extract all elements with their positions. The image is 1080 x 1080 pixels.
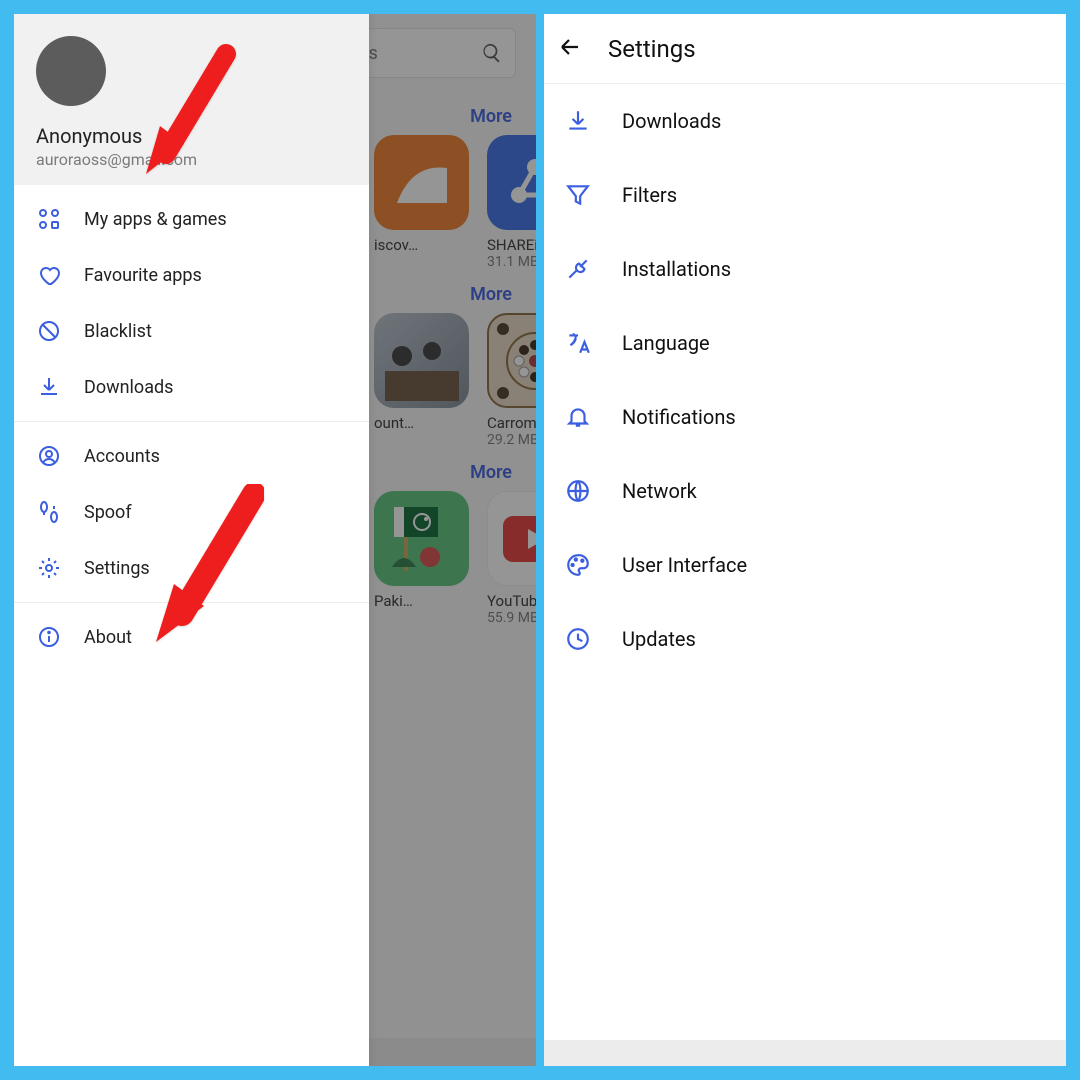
settings-downloads[interactable]: Downloads [544, 84, 1066, 158]
menu-label: Blacklist [84, 321, 152, 342]
settings-label: Filters [622, 183, 677, 207]
carrom-icon [495, 321, 537, 401]
settings-label: Notifications [622, 405, 736, 429]
settings-label: User Interface [622, 553, 747, 577]
menu-label: Accounts [84, 446, 160, 467]
apps-icon [37, 207, 61, 231]
svg-text:lo: lo [407, 185, 422, 206]
app-card[interactable]: ount… [374, 313, 469, 448]
blocked-icon [37, 319, 61, 343]
menu-label: My apps & games [84, 209, 227, 230]
app-card[interactable]: SHAREit - Tr… 31.1 MB✓ [487, 135, 536, 270]
app-title: ount… [374, 414, 469, 432]
app-card[interactable]: YouTube Kid… 55.9 MB [487, 491, 536, 626]
settings-label: Language [622, 331, 710, 355]
settings-updates[interactable]: Updates [544, 602, 1066, 676]
settings-ui[interactable]: User Interface [544, 528, 1066, 602]
arrow-left-icon [558, 35, 582, 59]
settings-label: Network [622, 479, 697, 503]
flag-art [382, 499, 462, 579]
app-sub: 31.1 MB✓ [487, 254, 536, 270]
settings-title: Settings [608, 35, 696, 63]
app-card[interactable]: Carrom Poo… 29.2 MB [487, 313, 536, 448]
menu-label: Settings [84, 558, 150, 579]
settings-installations[interactable]: Installations [544, 232, 1066, 306]
settings-header: Settings [544, 14, 1066, 84]
more-link-3[interactable]: More [374, 448, 516, 491]
settings-label: Downloads [622, 109, 721, 133]
app-card[interactable]: lo iscov… [374, 135, 469, 270]
palette-icon [565, 552, 591, 578]
app-title: Carrom Poo… [487, 414, 536, 432]
menu-favourite[interactable]: Favourite apps [14, 247, 369, 303]
menu-label: About [84, 627, 132, 648]
search-icon [481, 42, 503, 64]
settings-icon [37, 556, 61, 580]
app-title: iscov… [374, 236, 469, 254]
updates-icon [565, 626, 591, 652]
bell-icon [565, 404, 591, 430]
tools-icon [565, 256, 591, 282]
account-icon [37, 444, 61, 468]
app-title: YouTube Kid… [487, 592, 536, 610]
download-icon [37, 375, 61, 399]
settings-language[interactable]: Language [544, 306, 1066, 380]
app-title: Paki… [374, 592, 469, 610]
heart-icon [37, 263, 61, 287]
game-art [377, 316, 467, 406]
menu-label: Downloads [84, 377, 173, 398]
shadow-bar [544, 1040, 1066, 1066]
settings-network[interactable]: Network [544, 454, 1066, 528]
download-icon [565, 108, 591, 134]
more-link-2[interactable]: More [374, 270, 516, 313]
menu-blacklist[interactable]: Blacklist [14, 303, 369, 359]
app-title: SHAREit - Tr… [487, 236, 536, 254]
app-card[interactable]: Paki… [374, 491, 469, 626]
spoof-icon [37, 500, 61, 524]
language-icon [565, 330, 591, 356]
settings-label: Installations [622, 257, 731, 281]
settings-label: Updates [622, 627, 696, 651]
globe-icon [565, 478, 591, 504]
app-sub: 29.2 MB [487, 432, 536, 448]
more-link-1[interactable]: More [374, 92, 516, 135]
info-icon [37, 625, 61, 649]
menu-my-apps[interactable]: My apps & games [14, 191, 369, 247]
menu-accounts[interactable]: Accounts [14, 428, 369, 484]
menu-label: Favourite apps [84, 265, 202, 286]
filter-icon [565, 182, 591, 208]
settings-notifications[interactable]: Notifications [544, 380, 1066, 454]
annotation-arrow-1 [146, 44, 236, 178]
youtube-kids-icon [500, 513, 537, 565]
annotation-arrow-2 [154, 484, 264, 648]
avatar [36, 36, 106, 106]
shareit-icon [505, 153, 537, 213]
app-sub: 55.9 MB [487, 610, 536, 626]
menu-downloads[interactable]: Downloads [14, 359, 369, 415]
left-screenshot: es More lo iscov… [14, 14, 536, 1066]
back-button[interactable] [558, 35, 582, 63]
search-box[interactable]: es [346, 28, 516, 78]
menu-label: Spoof [84, 502, 132, 523]
right-screenshot: Settings Downloads Filters Installations… [544, 14, 1066, 1066]
settings-filters[interactable]: Filters [544, 158, 1066, 232]
app-graphic: lo [392, 153, 452, 213]
